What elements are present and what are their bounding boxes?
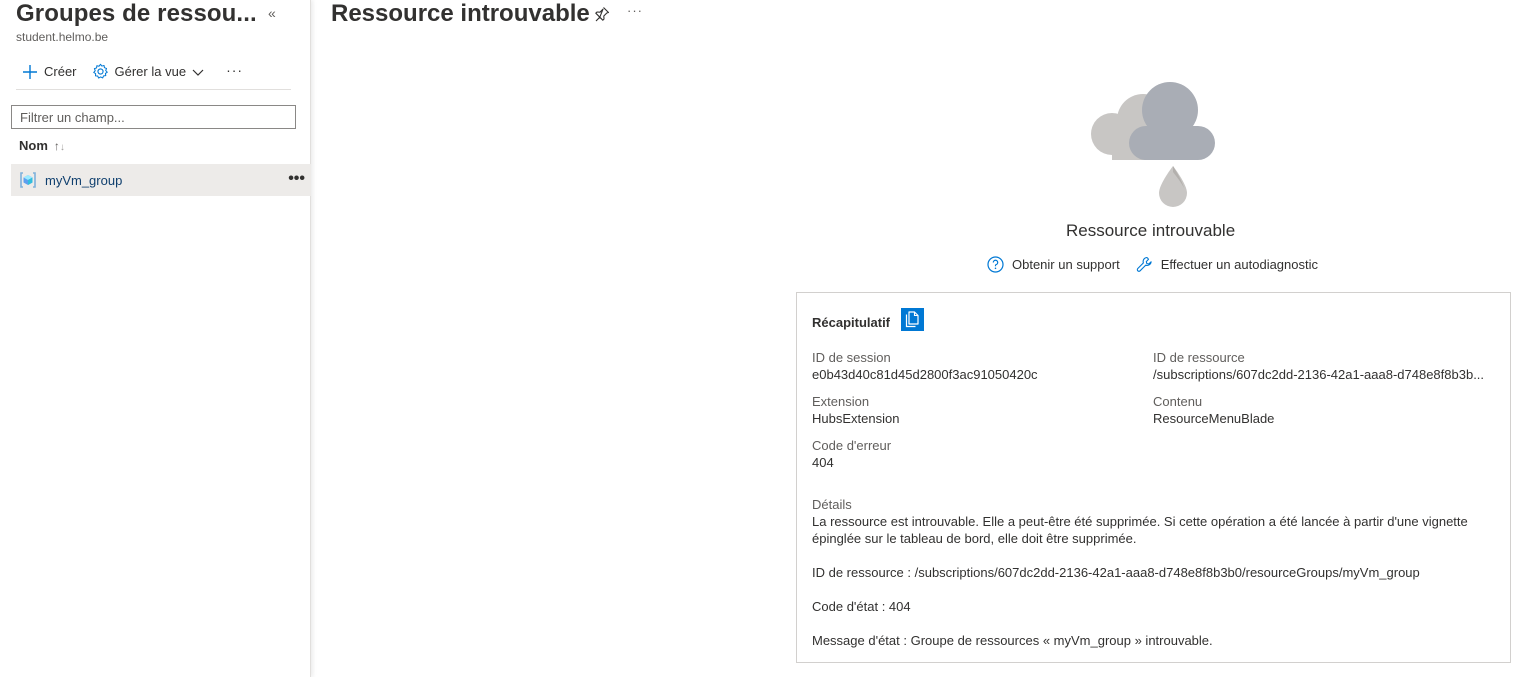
summary-panel: Récapitulatif ID de session e0b43d40c81d…: [796, 292, 1511, 663]
page-more-button[interactable]: ···: [627, 3, 643, 18]
error-code-field: Code d'erreur 404: [812, 437, 891, 471]
session-id-label: ID de session: [812, 350, 891, 365]
filter-input[interactable]: [11, 105, 296, 129]
wrench-icon: [1136, 256, 1152, 272]
copy-summary-button[interactable]: [901, 308, 924, 331]
row-more-button[interactable]: •••: [288, 170, 305, 188]
pane-title: Groupes de ressou...: [16, 0, 257, 27]
extension-label: Extension: [812, 394, 870, 409]
resource-groups-pane: Groupes de ressou... « student.helmo.be …: [0, 0, 311, 677]
copy-icon: [905, 311, 919, 328]
cloud-error-icon: [1091, 82, 1215, 207]
resource-id-field: ID de ressource /subscriptions/607dc2dd-…: [1153, 349, 1484, 383]
sort-ascending-icon: ↑↓: [53, 138, 65, 153]
list-item-myvm-group[interactable]: myVm_group •••: [11, 164, 311, 196]
content-value: ResourceMenuBlade: [1153, 411, 1275, 426]
content-field: Contenu ResourceMenuBlade: [1153, 393, 1274, 427]
details-text: La ressource est introuvable. Elle a peu…: [812, 514, 1468, 546]
details-resource-id: ID de ressource : /subscriptions/607dc2d…: [812, 565, 1420, 580]
summary-header: Récapitulatif: [812, 315, 891, 330]
details-label: Détails: [812, 497, 852, 512]
session-id-value: e0b43d40c81d45d2800f3ac91050420c: [812, 367, 1038, 382]
details-status-message: Message d'état : Groupe de ressources « …: [812, 633, 1213, 648]
get-support-label: Obtenir un support: [1012, 257, 1120, 272]
error-code-value: 404: [812, 455, 834, 470]
extension-value: HubsExtension: [812, 411, 900, 426]
collapse-pane-button[interactable]: «: [268, 5, 276, 21]
manage-view-label: Gérer la vue: [114, 64, 187, 79]
create-label: Créer: [44, 64, 77, 79]
get-support-link[interactable]: Obtenir un support: [987, 256, 1120, 273]
name-column-header[interactable]: Nom ↑↓: [19, 138, 65, 153]
resource-group-icon: [20, 172, 36, 188]
resource-group-name[interactable]: myVm_group: [45, 173, 122, 188]
extension-field: Extension HubsExtension: [812, 393, 899, 427]
details-status-code: Code d'état : 404: [812, 599, 911, 614]
manage-view-button[interactable]: Gérer la vue: [92, 60, 211, 84]
plus-icon: [23, 64, 37, 79]
pane-toolbar: Créer Gérer la vue ···: [16, 60, 291, 90]
pin-icon[interactable]: [594, 6, 610, 22]
resource-id-label: ID de ressource: [1153, 350, 1245, 365]
session-id-field: ID de session e0b43d40c81d45d2800f3ac910…: [812, 349, 1038, 383]
help-links: Obtenir un support Effectuer un autodiag…: [987, 256, 1318, 273]
chevron-down-icon: [192, 69, 204, 76]
toolbar-more-button[interactable]: ···: [226, 62, 243, 78]
self-diagnose-label: Effectuer un autodiagnostic: [1160, 257, 1319, 272]
details-section: Détails La ressource est introuvable. El…: [812, 496, 1472, 649]
self-diagnose-link[interactable]: Effectuer un autodiagnostic: [1136, 256, 1318, 273]
name-column-label: Nom: [19, 138, 48, 153]
page-title: Ressource introuvable: [331, 0, 590, 27]
error-code-label: Code d'erreur: [812, 438, 892, 453]
question-circle-icon: [987, 256, 1004, 273]
create-button[interactable]: Créer: [22, 60, 77, 84]
resource-id-value: /subscriptions/607dc2dd-2136-42a1-aaa8-d…: [1153, 367, 1485, 382]
pane-subtitle: student.helmo.be: [16, 30, 109, 44]
content-label: Contenu: [1153, 394, 1203, 409]
error-heading: Ressource introuvable: [1066, 221, 1236, 240]
gear-icon: [92, 63, 108, 79]
